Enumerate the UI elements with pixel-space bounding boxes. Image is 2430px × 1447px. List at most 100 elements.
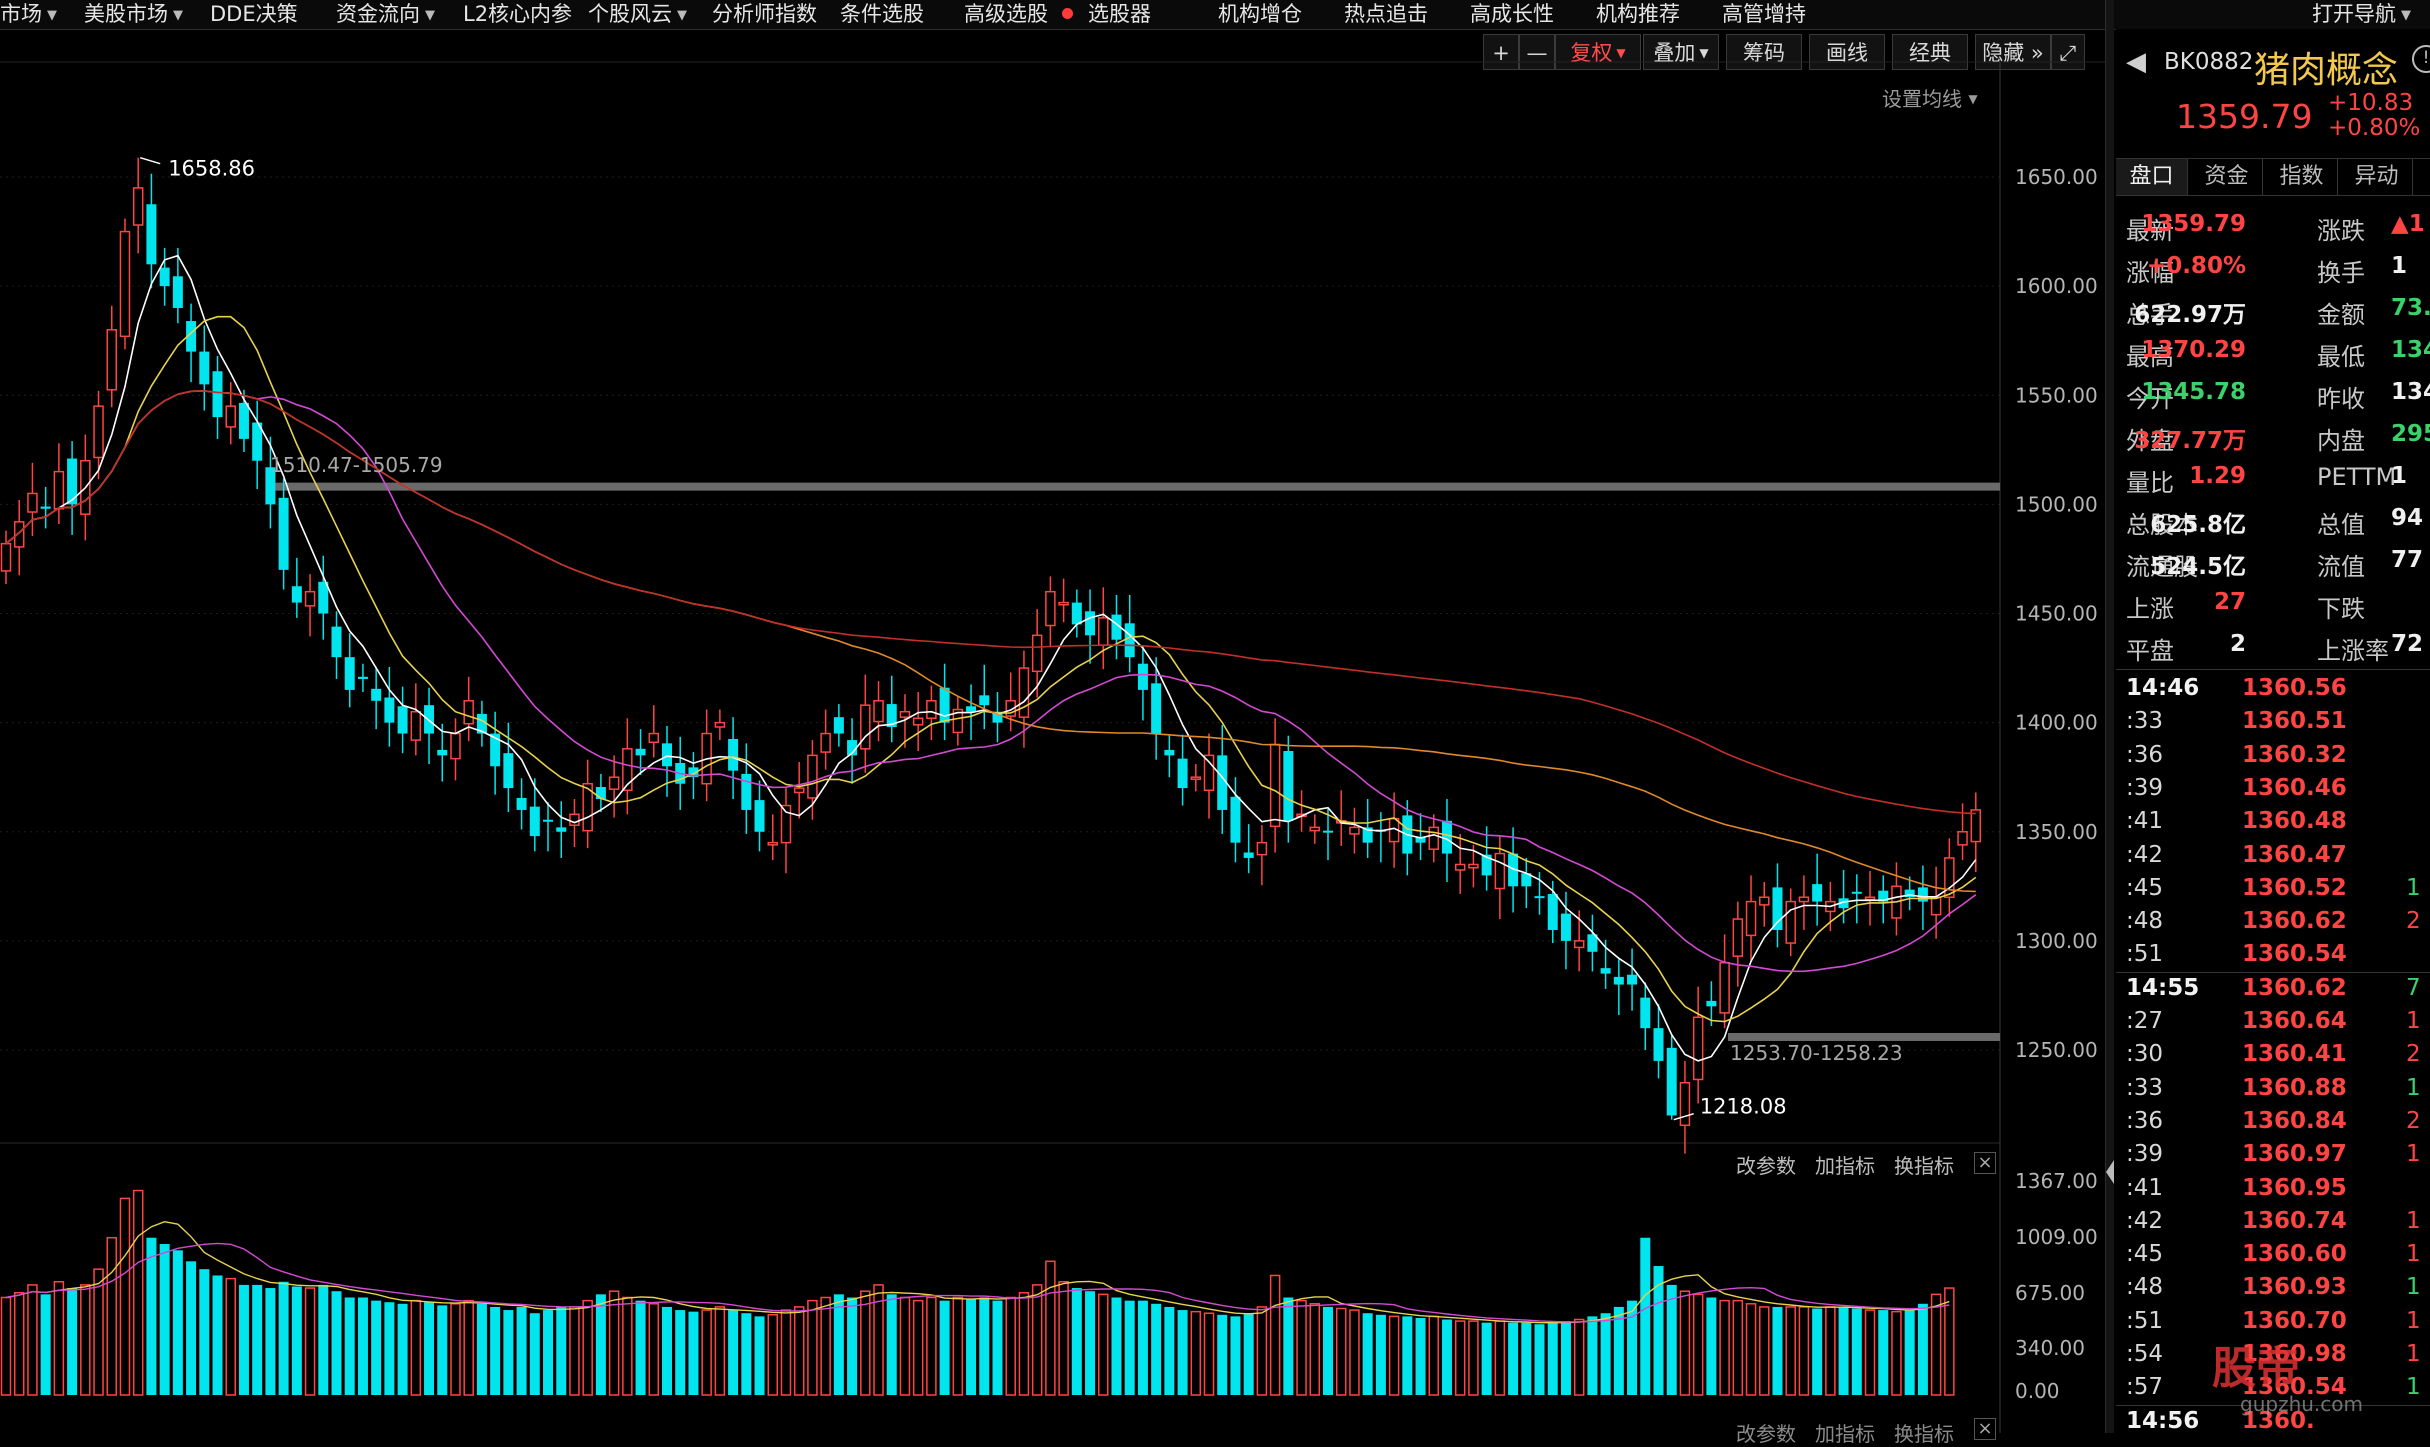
candle-body [106, 329, 118, 391]
zone-band [1728, 1032, 2000, 1041]
tab-zhishu[interactable]: 指数 [2266, 159, 2338, 195]
volume-bar [1230, 1316, 1241, 1395]
kline-chart[interactable]: 1650.00 1600.00 1550.00 1500.00 1450.00 1400.… [0, 0, 2105, 1433]
panel-splitter[interactable] [2105, 0, 2114, 1433]
tick-volume: 2 [2406, 908, 2421, 935]
candle-body [833, 717, 844, 734]
price-tick-label: 1550.00 [2015, 383, 2098, 407]
volume-bar [1402, 1316, 1413, 1395]
candle-body [1653, 1028, 1664, 1061]
volume-bar [186, 1261, 197, 1395]
sector-code: BK0882 [2164, 49, 2254, 75]
volume-bar [1323, 1306, 1333, 1395]
vol-close-icon[interactable]: × [1974, 1152, 1996, 1174]
tick-volume: 7 [2406, 974, 2421, 1001]
candle-body [1058, 601, 1069, 606]
volume-bar [1454, 1320, 1466, 1396]
candle-body [1640, 997, 1651, 1029]
candle-body [357, 676, 368, 679]
candle-body [1494, 852, 1506, 890]
tick-price: 1360.84 [2242, 1107, 2347, 1134]
tick-price: 1360.54 [2242, 941, 2347, 968]
low-price-label: 1218.08 [1700, 1095, 1787, 1119]
volume-bar [80, 1284, 91, 1396]
volume-bar [1851, 1308, 1862, 1395]
candle-body [1323, 830, 1333, 833]
volume-bar [424, 1302, 435, 1395]
high-price-label: 1658.86 [168, 157, 255, 181]
volume-bar [1362, 1313, 1373, 1395]
tab-yidong[interactable]: 异动 [2341, 159, 2413, 195]
volume-bar [67, 1288, 78, 1395]
open-nav-button[interactable]: 打开导航 ▼ [2312, 0, 2411, 29]
volume-bar [397, 1303, 408, 1395]
last-price: 1359.79 [2176, 97, 2313, 136]
candle-body [1719, 961, 1730, 1014]
back-arrow-icon[interactable]: ◀ [2126, 47, 2146, 77]
volume-bar [318, 1284, 329, 1395]
candle-body [926, 700, 937, 720]
tick-volume: 1 [2406, 1341, 2421, 1367]
volume-bar [1930, 1293, 1942, 1396]
zone-lower-label: 1253.70-1258.23 [1730, 1041, 1903, 1065]
candle-body [1573, 940, 1585, 949]
vol2-close-icon[interactable]: × [1974, 1418, 1996, 1440]
candle-body [1864, 896, 1876, 901]
quote-value: 1370.29 [2141, 337, 2246, 363]
candle-body [437, 749, 448, 756]
volume-bar [490, 1306, 501, 1395]
candle-body [1547, 893, 1558, 930]
vol-add-indicator[interactable]: 加指标 [1815, 1150, 1875, 1179]
quote-value: 524.5亿 [2150, 554, 2246, 580]
volume-bar [1349, 1309, 1360, 1396]
volume-bar [1018, 1292, 1030, 1396]
candle-body [529, 806, 540, 837]
candle-body [40, 506, 51, 509]
tick-volume: 1 [2406, 1074, 2421, 1101]
volume-bar [886, 1294, 897, 1395]
quote-value: +0.80% [2146, 253, 2246, 279]
candle-body [371, 688, 382, 701]
quote-row: 上涨 27 下跌 [2116, 589, 2430, 631]
volume-bar [1085, 1291, 1096, 1395]
volume-bar [543, 1310, 554, 1395]
candle-body [1098, 617, 1109, 646]
volume-bar [225, 1277, 236, 1396]
candle-body [1349, 826, 1360, 835]
volume-bar [1613, 1306, 1624, 1395]
vol-edit-params[interactable]: 改参数 [1736, 1150, 1796, 1179]
info-icon[interactable]: ! [2412, 45, 2430, 73]
candle-body [1071, 602, 1082, 625]
candle-body [1269, 743, 1281, 828]
ma20-line [5, 390, 1977, 973]
price-tick-label: 1600.00 [2015, 274, 2098, 298]
volume-bar [688, 1311, 699, 1395]
volume-bar [1573, 1318, 1585, 1396]
zone-band [268, 482, 2000, 491]
volume-bar [926, 1296, 937, 1396]
quote-label: 总值 [2317, 511, 2365, 539]
volume-bar [199, 1269, 210, 1395]
volume-bar [1269, 1274, 1281, 1396]
tick-volume: 2 [2406, 1041, 2421, 1068]
vol-change-indicator[interactable]: 换指标 [1894, 1150, 1954, 1179]
volume-bar [741, 1313, 752, 1395]
volume-bar [1587, 1316, 1598, 1395]
candle-body [1706, 1000, 1717, 1007]
volume-bar [1904, 1310, 1915, 1395]
tick-price: 1360.70 [2242, 1307, 2347, 1334]
quote-row: 最新 1359.79 涨跌 ▲1 [2116, 211, 2430, 253]
volume-bar [569, 1306, 580, 1396]
quote-label: 下跌 [2317, 595, 2365, 623]
candle-body [304, 590, 316, 607]
collapse-arrow-icon[interactable] [2106, 1160, 2114, 1184]
tab-zijin[interactable]: 资金 [2191, 159, 2263, 195]
price-tick-label: 1650.00 [2015, 165, 2098, 189]
candle-body [1085, 611, 1096, 636]
candle-body [873, 700, 884, 723]
volume-bar [0, 1296, 12, 1396]
tab-pankou[interactable]: 盘口 [2116, 159, 2188, 195]
price-tick-label: 1250.00 [2015, 1038, 2098, 1062]
volume-bar [1045, 1260, 1056, 1396]
candle-body [1772, 887, 1783, 930]
